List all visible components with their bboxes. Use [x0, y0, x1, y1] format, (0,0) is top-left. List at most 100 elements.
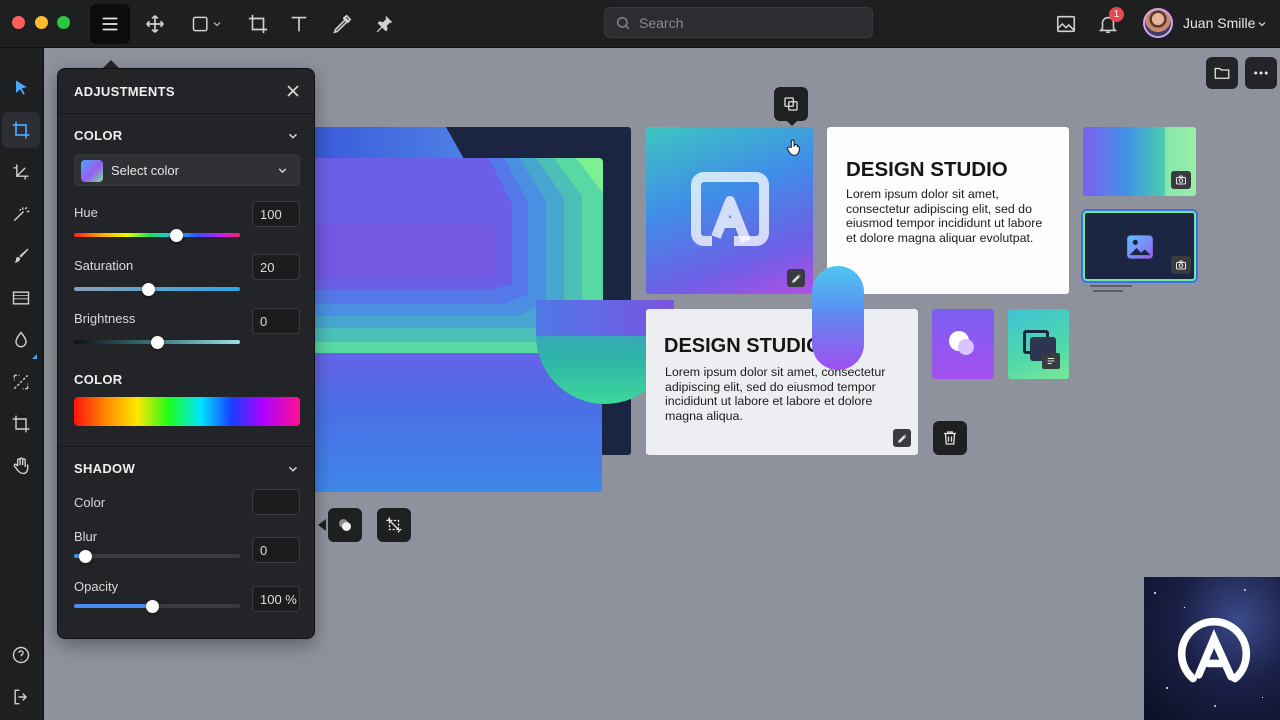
text-tool-button[interactable]: [279, 4, 319, 44]
logout-button[interactable]: [2, 679, 40, 715]
brush-tool-button[interactable]: [2, 238, 40, 274]
design-studio-card[interactable]: DESIGN STUDIO Lorem ipsum dolor sit amet…: [827, 127, 1069, 294]
drop-icon: [15, 331, 27, 348]
zoom-window-button[interactable]: [57, 16, 70, 29]
color-swatch: [81, 160, 103, 182]
chevron-down-icon[interactable]: [286, 462, 300, 476]
opacity-label: Opacity: [74, 579, 119, 594]
resize-tool-button[interactable]: [2, 364, 40, 400]
thumbnail-underline: [1090, 285, 1132, 287]
crop-icon: [12, 121, 30, 139]
edit-button[interactable]: [787, 269, 805, 287]
top-toolbar: 1 Juan Smille: [0, 0, 1280, 48]
blur-slider[interactable]: [74, 554, 240, 558]
opacity-slider-thumb[interactable]: [145, 600, 159, 613]
logout-icon: [14, 689, 28, 705]
move-tool-button[interactable]: [135, 4, 175, 44]
avatar[interactable]: [1143, 8, 1173, 38]
chevron-down-icon[interactable]: [286, 129, 300, 143]
help-icon: [12, 646, 30, 664]
user-name[interactable]: Juan Smille: [1183, 15, 1255, 31]
menu-button[interactable]: [90, 4, 130, 44]
saturation-input[interactable]: 20: [252, 254, 300, 280]
select-color-label: Select color: [111, 163, 179, 178]
preview-image[interactable]: [1144, 577, 1280, 720]
brightness-slider-thumb[interactable]: [150, 336, 164, 349]
brightness-input[interactable]: 0: [252, 308, 300, 334]
card-title: DESIGN STUDIO: [846, 158, 1008, 181]
hue-label: Hue: [74, 205, 98, 220]
hue-slider-thumb[interactable]: [170, 229, 184, 242]
chevron-down-icon: [278, 168, 287, 174]
pencil-icon: [897, 433, 907, 443]
crop-tool-button[interactable]: [238, 4, 278, 44]
close-window-button[interactable]: [12, 16, 25, 29]
notification-badge: 1: [1109, 7, 1124, 22]
card-title: DESIGN STUDIO: [664, 335, 822, 357]
thumbnail-gradient[interactable]: [1083, 127, 1196, 196]
card-body-text: Lorem ipsum dolor sit amet, consectetur …: [665, 365, 886, 423]
circles-tile[interactable]: [932, 309, 994, 379]
more-options-button[interactable]: [1245, 57, 1277, 89]
artwork-blue-strip: [314, 127, 464, 159]
eyedropper-tool-button[interactable]: [322, 4, 362, 44]
pill-shape-front: [812, 309, 864, 370]
search-icon: [617, 16, 630, 29]
menu-icon: [102, 17, 118, 31]
design-studio-card-2[interactable]: DESIGN STUDIO Lorem ipsum dolor sit amet…: [646, 309, 918, 455]
color-spectrum-bar[interactable]: [74, 397, 300, 426]
notes-icon: [1047, 357, 1055, 365]
transform-tool-button[interactable]: [2, 154, 40, 190]
app-logo-icon: [691, 172, 769, 246]
hand-tool-button[interactable]: [2, 448, 40, 484]
search-input[interactable]: [639, 14, 859, 31]
image-placeholder-icon: [1127, 235, 1153, 259]
close-icon[interactable]: [283, 81, 303, 101]
shadow-shape-button[interactable]: [328, 508, 362, 542]
blur-slider-thumb[interactable]: [79, 550, 93, 563]
rectangle-icon: [192, 16, 208, 32]
blur-input[interactable]: 0: [252, 537, 300, 563]
select-color-dropdown[interactable]: Select color: [74, 154, 300, 186]
crop-alt-tool-button[interactable]: [2, 406, 40, 442]
magic-wand-tool-button[interactable]: [2, 196, 40, 232]
shadow-color-swatch[interactable]: [252, 489, 300, 515]
opacity-input[interactable]: 100 %: [252, 586, 300, 612]
card-body-text: Lorem ipsum dolor sit amet, consectetur …: [846, 187, 1043, 245]
chevron-down-icon[interactable]: [1256, 18, 1268, 30]
crop-rail-button[interactable]: [2, 112, 40, 148]
hand-cursor-icon: [786, 139, 800, 156]
drop-tool-button[interactable]: [2, 322, 40, 358]
saturation-slider[interactable]: [74, 287, 240, 291]
select-tool-button[interactable]: [2, 70, 40, 106]
pin-tool-button[interactable]: [364, 4, 404, 44]
thumbnail-image-selected[interactable]: [1083, 211, 1196, 281]
crop-icon: [248, 14, 268, 34]
help-button[interactable]: [2, 637, 40, 673]
duplicate-button[interactable]: [774, 87, 808, 121]
chevron-down-icon: [213, 22, 221, 27]
folder-button[interactable]: [1206, 57, 1238, 89]
rectangle-fill-icon: [12, 291, 30, 305]
hand-icon: [13, 457, 29, 475]
shape-tool-button[interactable]: [184, 4, 230, 44]
camera-icon: [1176, 260, 1186, 270]
hue-slider[interactable]: [74, 233, 240, 237]
select-arrow-icon: [16, 80, 27, 95]
minimize-window-button[interactable]: [35, 16, 48, 29]
edit-button[interactable]: [893, 429, 911, 447]
panel-title: ADJUSTMENTS: [74, 84, 175, 99]
circles-icon: [339, 519, 351, 531]
more-icon: [1254, 71, 1268, 75]
blur-label: Blur: [74, 529, 98, 544]
hue-input[interactable]: 100: [252, 201, 300, 227]
fill-tool-button[interactable]: [2, 280, 40, 316]
crop-selection-button[interactable]: [377, 508, 411, 542]
color-section-title: COLOR: [74, 128, 123, 143]
layers-tile[interactable]: [1008, 309, 1069, 379]
search-box[interactable]: [604, 7, 873, 38]
tooltip-caret: [318, 519, 326, 531]
saturation-slider-thumb[interactable]: [142, 283, 156, 296]
delete-button[interactable]: [933, 421, 967, 455]
image-button[interactable]: [1046, 4, 1086, 44]
